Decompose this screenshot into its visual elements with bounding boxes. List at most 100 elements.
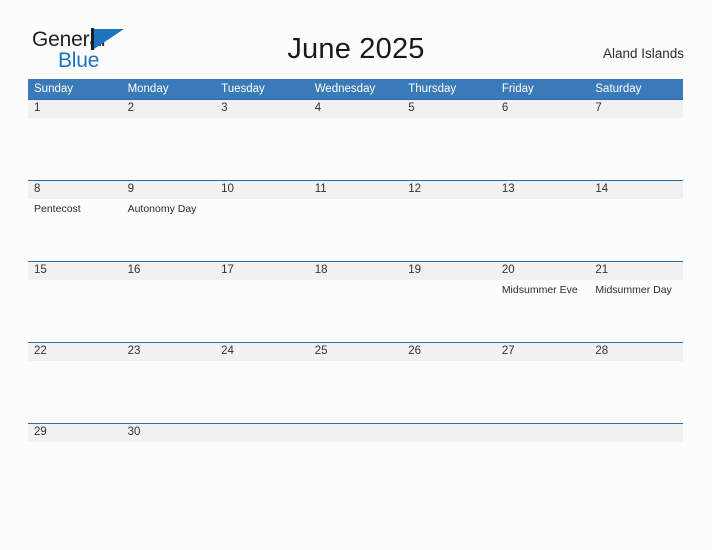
weekday-header-monday: Monday xyxy=(121,79,216,99)
calendar-day-cell[interactable]: 1 xyxy=(28,99,122,180)
day-number: 16 xyxy=(121,262,216,280)
calendar-day-cell[interactable]: 4 xyxy=(308,99,403,180)
calendar-day-cell[interactable]: 24 xyxy=(215,342,309,423)
calendar-day-cell[interactable]: 5 xyxy=(402,99,496,180)
day-number: 30 xyxy=(121,424,216,442)
calendar-day-cell[interactable]: 30 xyxy=(121,423,216,463)
day-event xyxy=(122,442,216,446)
weekday-header-row: Sunday Monday Tuesday Wednesday Thursday… xyxy=(28,79,683,99)
day-number: 10 xyxy=(215,181,309,199)
day-number: 11 xyxy=(308,181,403,199)
day-number: 23 xyxy=(121,343,216,361)
day-number: 28 xyxy=(589,343,683,361)
calendar-day-cell[interactable]: 28 xyxy=(589,342,683,423)
weekday-header-sunday: Sunday xyxy=(28,79,122,99)
calendar-day-cell[interactable]: 27 xyxy=(495,342,590,423)
day-number: 22 xyxy=(28,343,122,361)
calendar-day-cell[interactable]: 3 xyxy=(215,99,309,180)
day-number: 19 xyxy=(402,262,496,280)
calendar-day-cell[interactable]: 7 xyxy=(589,99,683,180)
calendar-day-cell[interactable]: 2 xyxy=(121,99,216,180)
day-number: 9 xyxy=(121,181,216,199)
calendar-page: General Blue June 2025 Aland Islands Sun… xyxy=(0,0,712,550)
day-number: 26 xyxy=(402,343,496,361)
calendar-day-cell[interactable]: 23 xyxy=(121,342,216,423)
calendar-week-row: 15 16 17 18 19 20 Midsummer Eve 21 Midsumm… xyxy=(28,261,683,342)
calendar-day-cell[interactable]: 16 xyxy=(121,261,216,342)
calendar-week-row: 8 Pentecost 9 Autonomy Day 10 11 12 13 14 xyxy=(28,180,683,261)
day-number xyxy=(402,424,496,442)
calendar-day-cell[interactable]: 18 xyxy=(308,261,403,342)
calendar-day-cell[interactable]: 19 xyxy=(402,261,496,342)
calendar-day-cell xyxy=(589,423,683,463)
day-number: 8 xyxy=(28,181,122,199)
day-event xyxy=(215,280,309,284)
day-event xyxy=(589,361,683,365)
month-calendar: Sunday Monday Tuesday Wednesday Thursday… xyxy=(28,79,683,463)
day-event xyxy=(402,118,496,122)
calendar-day-cell[interactable]: 9 Autonomy Day xyxy=(121,180,216,261)
day-number: 6 xyxy=(495,100,590,118)
calendar-day-cell[interactable]: 17 xyxy=(215,261,309,342)
calendar-day-cell[interactable]: 15 xyxy=(28,261,122,342)
weekday-header-friday: Friday xyxy=(495,79,590,99)
day-event: Pentecost xyxy=(34,203,81,215)
day-event: Midsummer Eve xyxy=(501,284,578,296)
calendar-day-cell[interactable]: 6 xyxy=(495,99,590,180)
calendar-day-cell[interactable]: 29 xyxy=(28,423,122,463)
day-number: 4 xyxy=(308,100,403,118)
day-number: 13 xyxy=(495,181,590,199)
day-event xyxy=(215,118,309,122)
calendar-day-cell[interactable]: 21 Midsummer Day xyxy=(589,261,683,342)
day-event xyxy=(402,280,496,284)
calendar-day-cell[interactable]: 22 xyxy=(28,342,122,423)
day-number: 24 xyxy=(215,343,309,361)
weekday-header-thursday: Thursday xyxy=(402,79,496,99)
day-event xyxy=(309,361,403,365)
day-number: 5 xyxy=(402,100,496,118)
day-event xyxy=(589,199,683,203)
day-number xyxy=(215,424,309,442)
calendar-day-cell[interactable]: 12 xyxy=(402,180,496,261)
day-number: 20 xyxy=(495,262,590,280)
calendar-day-cell xyxy=(402,423,496,463)
day-event xyxy=(309,199,403,203)
day-number: 14 xyxy=(589,181,683,199)
day-event xyxy=(122,280,216,284)
weekday-header-saturday: Saturday xyxy=(589,79,683,99)
calendar-week-row: 22 23 24 25 26 27 28 xyxy=(28,342,683,423)
day-event xyxy=(309,442,403,446)
calendar-day-cell[interactable]: 14 xyxy=(589,180,683,261)
day-number: 18 xyxy=(308,262,403,280)
day-event: Autonomy Day xyxy=(127,203,197,215)
calendar-day-cell[interactable]: 25 xyxy=(308,342,403,423)
day-number xyxy=(495,424,590,442)
calendar-day-cell xyxy=(215,423,309,463)
day-number: 1 xyxy=(28,100,122,118)
day-number xyxy=(589,424,683,442)
day-event xyxy=(496,361,590,365)
calendar-day-cell[interactable]: 11 xyxy=(308,180,403,261)
day-event xyxy=(309,280,403,284)
calendar-day-cell[interactable]: 10 xyxy=(215,180,309,261)
day-event xyxy=(402,442,496,446)
day-event xyxy=(496,118,590,122)
day-number: 17 xyxy=(215,262,309,280)
day-event xyxy=(309,118,403,122)
day-event xyxy=(589,442,683,446)
day-event xyxy=(28,442,122,446)
day-number: 15 xyxy=(28,262,122,280)
day-event: Midsummer Day xyxy=(595,284,672,296)
day-event xyxy=(215,442,309,446)
day-number xyxy=(308,424,403,442)
calendar-day-cell[interactable]: 13 xyxy=(495,180,590,261)
day-number: 7 xyxy=(589,100,683,118)
calendar-day-cell[interactable]: 20 Midsummer Eve xyxy=(495,261,590,342)
day-event xyxy=(28,361,122,365)
day-number: 12 xyxy=(402,181,496,199)
day-event xyxy=(589,118,683,122)
calendar-day-cell[interactable]: 26 xyxy=(402,342,496,423)
weekday-header-wednesday: Wednesday xyxy=(308,79,403,99)
calendar-day-cell[interactable]: 8 Pentecost xyxy=(28,180,122,261)
calendar-day-cell xyxy=(308,423,403,463)
